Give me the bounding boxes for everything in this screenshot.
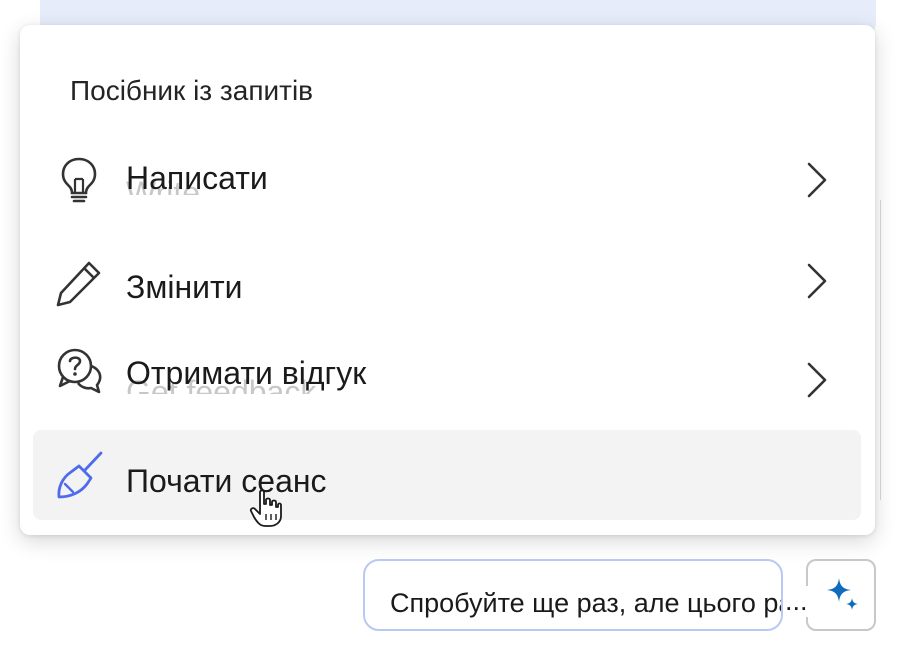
suggestion-ellipsis: ... [783, 586, 808, 617]
broom-icon [57, 451, 103, 499]
menu-title: Посібник із запитів [70, 75, 314, 106]
suggestion-chip-label: Спробуйте ще раз, але цього разу [390, 588, 783, 618]
pencil-icon [56, 261, 101, 307]
menu-item-edit[interactable]: Змінити [33, 235, 861, 325]
menu-item-edit-label: Змінити [126, 269, 243, 305]
hand-cursor-icon [249, 489, 282, 527]
menu-item-get-feedback[interactable]: Get feedback Отримати відгук [33, 330, 861, 420]
prompt-guide-button[interactable] [806, 559, 876, 631]
prompt-guide-menu: Посібник із запитів Write Написати Зміни… [20, 25, 875, 535]
chat-question-icon [57, 348, 102, 394]
menu-item-start-session-label: Почати сеанс [126, 463, 327, 499]
sparkle-icon [827, 578, 858, 610]
menu-item-start-session[interactable]: Почати сеанс [33, 430, 861, 520]
chevron-right-icon [807, 263, 827, 299]
suggestion-chip[interactable]: Спробуйте ще раз, але цього разу [363, 559, 783, 631]
menu-item-write[interactable]: Write Написати [33, 135, 861, 225]
copilot-pane: Посібник із запитів Write Написати Зміни… [0, 0, 900, 658]
chevron-right-icon [807, 162, 827, 198]
menu-item-write-label: Написати [126, 160, 268, 196]
lightbulb-icon [61, 157, 97, 203]
chevron-right-icon [807, 362, 827, 398]
menu-item-get-feedback-label: Отримати відгук [126, 355, 367, 391]
